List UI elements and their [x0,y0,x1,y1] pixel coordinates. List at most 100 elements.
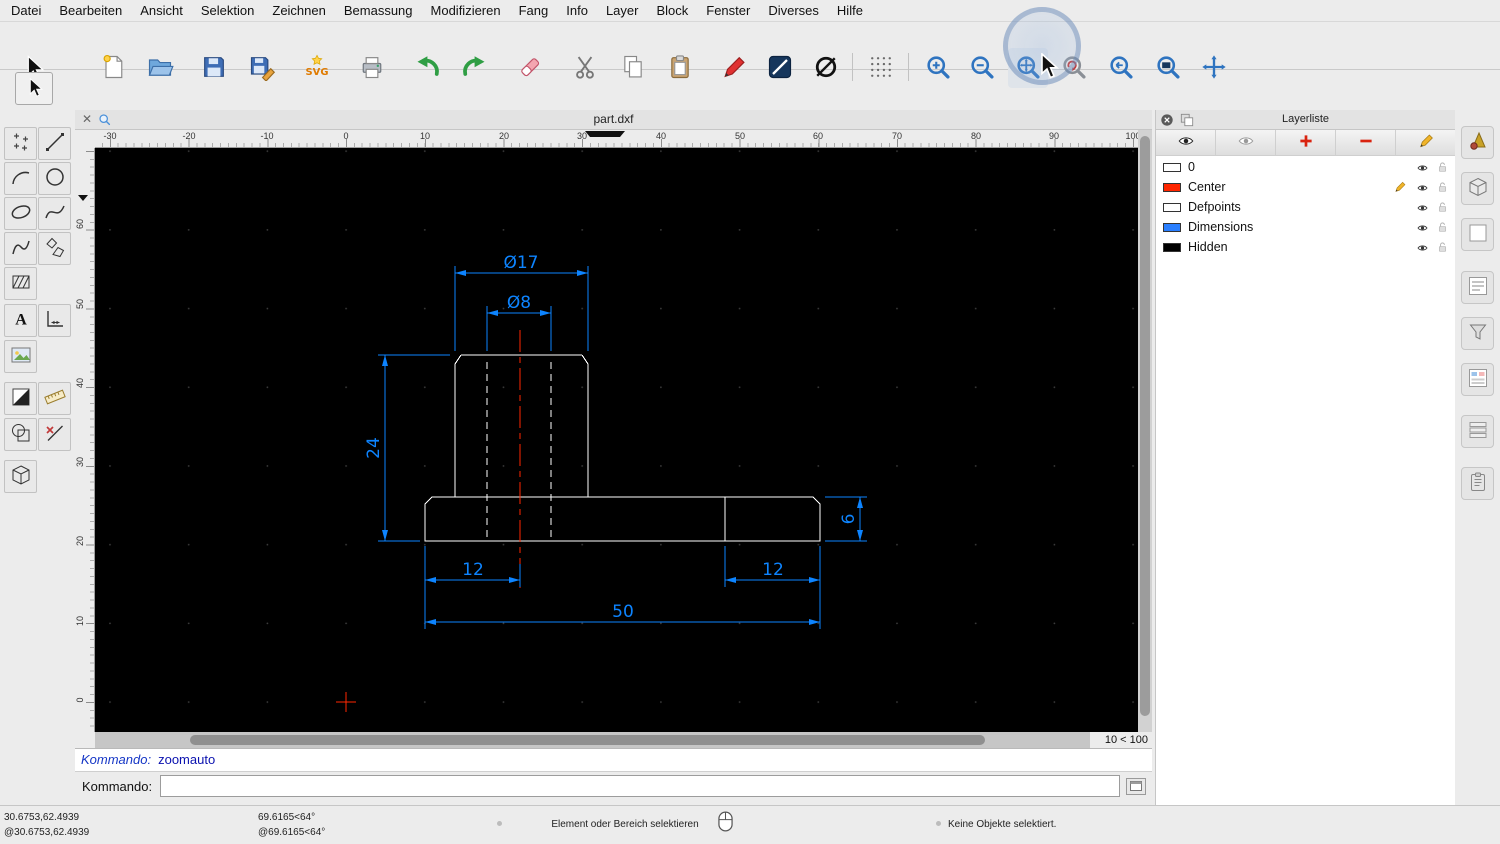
dock-command-widget-button[interactable] [1461,218,1494,251]
panel-close-icon[interactable] [1160,113,1174,127]
layer-lock-icon[interactable] [1436,200,1449,214]
tool-measure-button[interactable] [38,382,71,415]
tool-solid-button[interactable] [4,460,37,493]
layer-visibility-icon[interactable] [1415,241,1430,253]
tool-fill-button[interactable] [4,382,37,415]
tool-dimension-button[interactable] [38,304,71,337]
show-all-layers-button[interactable] [1156,130,1216,155]
layer-visibility-icon[interactable] [1415,181,1430,193]
layer-color-swatch[interactable] [1163,223,1181,232]
zoom-auto-button[interactable] [1008,48,1048,88]
hide-all-layers-button[interactable] [1216,130,1276,155]
dim-right-offset: 12 [762,560,784,580]
tool-snap-modify-button[interactable] [38,418,71,451]
menu-datei[interactable]: Datei [2,3,50,18]
diameter-tool-button[interactable] [806,48,846,88]
layer-lock-icon[interactable] [1436,160,1449,174]
layer-row-0[interactable]: 0 [1156,157,1455,177]
tool-text-button[interactable]: A [4,304,37,337]
layer-color-swatch[interactable] [1163,163,1181,172]
tool-image-button[interactable] [4,340,37,373]
layer-lock-icon[interactable] [1436,240,1449,254]
new-file-button[interactable] [93,48,133,88]
menu-layer[interactable]: Layer [597,3,648,18]
layer-color-swatch[interactable] [1163,203,1181,212]
layer-row-dimensions[interactable]: Dimensions [1156,217,1455,237]
tool-freehand-button[interactable] [4,232,37,265]
vertical-scrollbar[interactable] [1138,130,1152,732]
layer-row-defpoints[interactable]: Defpoints [1156,197,1455,217]
tool-arc-button[interactable] [4,162,37,195]
undo-button[interactable] [408,48,448,88]
open-file-button[interactable] [140,48,180,88]
layer-visibility-icon[interactable] [1415,161,1430,173]
zoom-out-button[interactable] [962,48,1002,88]
zoom-previous-button[interactable] [1101,48,1141,88]
layer-visibility-icon[interactable] [1415,201,1430,213]
tool-boolean-button[interactable] [4,418,37,451]
snap-grid-button[interactable] [861,48,901,88]
layer-row-center[interactable]: Center [1156,177,1455,197]
menu-fang[interactable]: Fang [510,3,558,18]
copy-button[interactable] [613,48,653,88]
edit-layer-button[interactable] [1396,130,1455,155]
layer-color-swatch[interactable] [1163,243,1181,252]
layer-color-swatch[interactable] [1163,183,1181,192]
selection-pointer-button[interactable] [15,72,53,105]
layer-lock-icon[interactable] [1436,220,1449,234]
zoom-refresh-button[interactable] [1054,48,1094,88]
zoom-in-button[interactable] [918,48,958,88]
dock-library-browser-button[interactable] [1461,126,1494,159]
command-history-label: Kommando: [81,752,151,767]
layer-visibility-icon[interactable] [1415,221,1430,233]
pen-attributes-button[interactable] [714,48,754,88]
tool-polygon-button[interactable] [38,232,71,265]
dock-block-list-button[interactable] [1461,172,1494,205]
menu-ansicht[interactable]: Ansicht [131,3,192,18]
line-attributes-button[interactable] [760,48,800,88]
dock-list-panel-button[interactable] [1461,415,1494,448]
drawing-canvas[interactable]: Ø17 Ø8 24 6 12 12 50 [95,148,1138,732]
zoom-window-button[interactable] [1148,48,1188,88]
save-as-button[interactable] [242,48,282,88]
dock-layer-filter-button[interactable] [1461,317,1494,350]
layer-row-hidden[interactable]: Hidden [1156,237,1455,257]
menu-bearbeiten[interactable]: Bearbeiten [50,3,131,18]
menu-block[interactable]: Block [647,3,697,18]
command-input[interactable] [160,775,1120,797]
menu-fenster[interactable]: Fenster [697,3,759,18]
pan-button[interactable] [1194,48,1234,88]
menu-bemassung[interactable]: Bemassung [335,3,422,18]
cut-button[interactable] [565,48,605,88]
menu-hilfe[interactable]: Hilfe [828,3,872,18]
menu-diverses[interactable]: Diverses [759,3,828,18]
vertical-scroll-thumb[interactable] [1140,136,1150,716]
layer-lock-icon[interactable] [1436,180,1449,194]
tool-hatch-button[interactable] [4,267,37,300]
print-preview-button[interactable] [352,48,392,88]
command-detach-button[interactable] [1126,778,1146,795]
dock-property-editor-button[interactable] [1461,363,1494,396]
tool-spline-button[interactable] [38,197,71,230]
redo-button[interactable] [454,48,494,88]
spline-icon [43,200,67,227]
horizontal-scroll-thumb[interactable] [190,735,985,745]
save-button[interactable] [194,48,234,88]
menu-info[interactable]: Info [557,3,597,18]
tool-line-button[interactable] [38,127,71,160]
add-layer-button[interactable] [1276,130,1336,155]
delete-button[interactable] [510,48,550,88]
dock-clipboard-panel-button[interactable] [1461,467,1494,500]
panel-float-icon[interactable] [1180,113,1194,127]
menu-modifizieren[interactable]: Modifizieren [422,3,510,18]
tool-points-button[interactable] [4,127,37,160]
tool-ellipse-button[interactable] [4,197,37,230]
remove-layer-button[interactable] [1336,130,1396,155]
paste-button[interactable] [660,48,700,88]
menu-zeichnen[interactable]: Zeichnen [263,3,334,18]
horizontal-scrollbar[interactable] [95,732,1090,748]
svg-export-button[interactable]: SVG [297,48,337,88]
tool-circle-button[interactable] [38,162,71,195]
menu-selektion[interactable]: Selektion [192,3,263,18]
dock-entity-list-button[interactable] [1461,271,1494,304]
